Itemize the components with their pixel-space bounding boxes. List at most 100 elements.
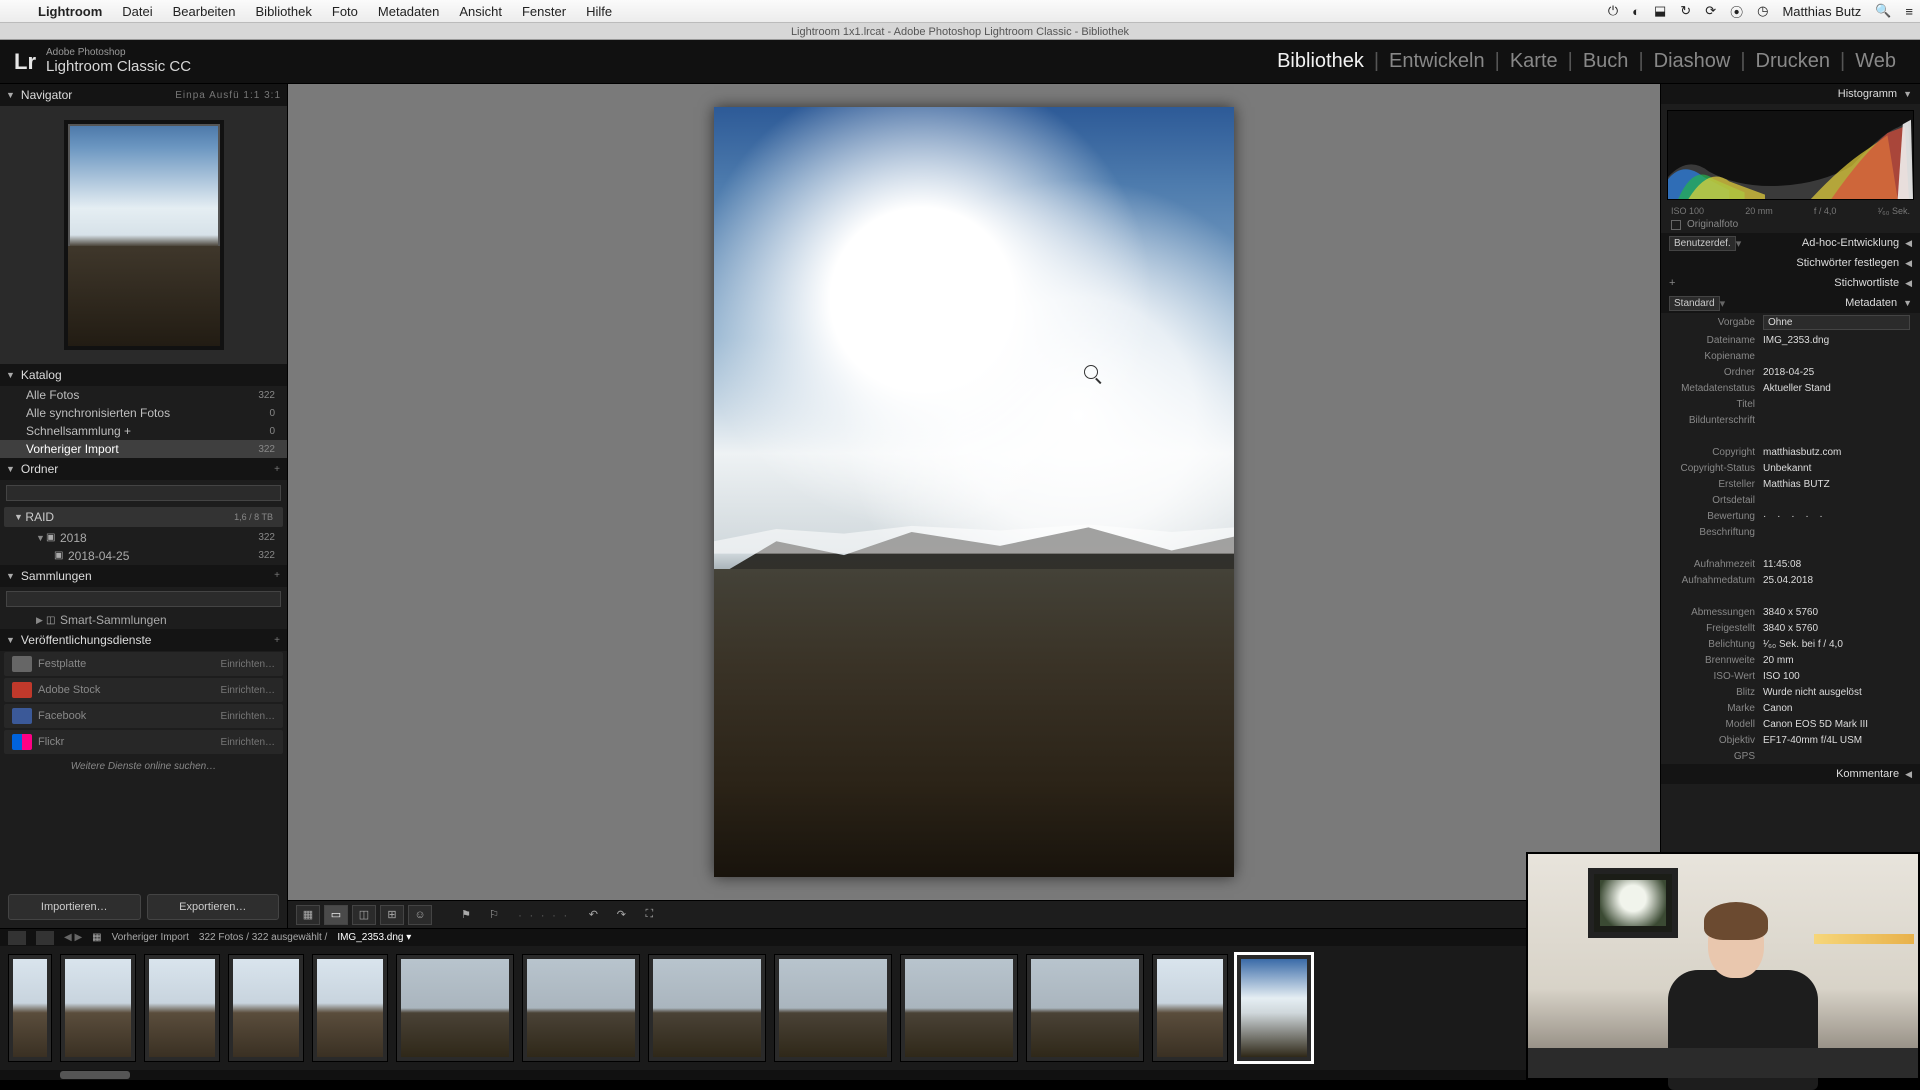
navigator-preview[interactable] (0, 106, 287, 364)
catalog-row-quick[interactable]: Schnellsammlung +0 (0, 422, 287, 440)
monitor-icon[interactable] (8, 931, 26, 945)
catalog-row-prev-import[interactable]: Vorheriger Import322 (0, 440, 287, 458)
menu-window[interactable]: Fenster (512, 4, 576, 19)
metadata-row[interactable]: DateinameIMG_2353.dng (1661, 332, 1920, 348)
folder-row[interactable]: ▣2018-04-25322 (0, 547, 287, 565)
thumbnail[interactable] (8, 954, 52, 1062)
publish-service-hdd[interactable]: FestplatteEinrichten… (4, 652, 283, 676)
module-map[interactable]: Karte (1500, 50, 1568, 73)
preset-dropdown[interactable]: Benutzerdef. (1669, 236, 1736, 251)
zoom-options[interactable]: Einpa Ausfü 1:1 3:1 (175, 90, 281, 101)
publish-service-stock[interactable]: Adobe StockEinrichten… (4, 678, 283, 702)
publish-service-flickr[interactable]: FlickrEinrichten… (4, 730, 283, 754)
add-collection-icon[interactable]: + (274, 570, 281, 581)
catalog-row-synced[interactable]: Alle synchronisierten Fotos0 (0, 404, 287, 422)
metadata-row[interactable]: ModellCanon EOS 5D Mark III (1661, 716, 1920, 732)
status-icon[interactable]: ⏻ (1601, 3, 1625, 19)
menu-help[interactable]: Hilfe (576, 4, 622, 19)
status-icon[interactable]: ◐ (1625, 4, 1647, 19)
filmstrip-source[interactable]: Vorheriger Import (112, 932, 189, 943)
metadata-row[interactable]: BlitzWurde nicht ausgelöst (1661, 684, 1920, 700)
metadata-header[interactable]: Standard▾Metadaten▼ (1661, 293, 1920, 313)
rotate-cw-icon[interactable]: ↷ (609, 905, 633, 925)
thumbnail[interactable] (774, 954, 892, 1062)
metadata-row[interactable]: MarkeCanon (1661, 700, 1920, 716)
import-button[interactable]: Importieren… (8, 894, 141, 920)
smart-collections-row[interactable]: ▶◫Smart-Sammlungen (0, 611, 287, 629)
folder-filter-input[interactable] (6, 485, 281, 501)
status-icon[interactable]: ⟳ (1698, 3, 1723, 19)
thumbnail[interactable] (312, 954, 388, 1062)
metadata-row[interactable] (1661, 588, 1920, 604)
catalog-row-all[interactable]: Alle Fotos322 (0, 386, 287, 404)
metadata-row[interactable]: Aufnahmezeit11:45:08 (1661, 556, 1920, 572)
volume-row[interactable]: ▼ RAID1,6 / 8 TB (4, 507, 283, 527)
quickdev-header[interactable]: Benutzerdef.▾Ad-hoc-Entwicklung◀ (1661, 233, 1920, 253)
wifi-icon[interactable]: ⦿ (1723, 2, 1750, 21)
module-library[interactable]: Bibliothek (1267, 50, 1374, 73)
setup-link[interactable]: Einrichten… (221, 711, 275, 722)
metadata-row[interactable]: Aufnahmedatum25.04.2018 (1661, 572, 1920, 588)
add-folder-icon[interactable]: + (274, 464, 281, 475)
original-checkbox[interactable]: Originalfoto (1661, 216, 1920, 233)
rating-stars[interactable]: · · · · · (518, 908, 569, 922)
grid-view-button[interactable]: ▦ (296, 905, 320, 925)
second-monitor-icon[interactable] (36, 931, 54, 945)
compare-view-button[interactable]: ◫ (352, 905, 376, 925)
metadata-row[interactable] (1661, 540, 1920, 556)
ordner-header[interactable]: ▼ Ordner + (0, 458, 287, 480)
flag-reject-icon[interactable]: ⚐ (482, 905, 506, 925)
metadata-row[interactable]: Freigestellt3840 x 5760 (1661, 620, 1920, 636)
thumbnail[interactable] (900, 954, 1018, 1062)
status-icon[interactable]: ↻ (1673, 3, 1698, 19)
thumbnail[interactable] (60, 954, 136, 1062)
thumbnail[interactable] (522, 954, 640, 1062)
metadata-row[interactable]: Brennweite20 mm (1661, 652, 1920, 668)
menu-edit[interactable]: Bearbeiten (163, 4, 246, 19)
survey-view-button[interactable]: ⊞ (380, 905, 404, 925)
metadata-row[interactable]: Ortsdetail (1661, 492, 1920, 508)
collection-filter-input[interactable] (6, 591, 281, 607)
menu-file[interactable]: Datei (112, 4, 162, 19)
keywordlist-header[interactable]: +Stichwortliste◀ (1661, 273, 1920, 293)
keywording-header[interactable]: Stichwörter festlegen◀ (1661, 253, 1920, 273)
metadata-row[interactable]: Bildunterschrift (1661, 412, 1920, 428)
dropbox-icon[interactable]: ⬓ (1647, 3, 1673, 19)
rotate-ccw-icon[interactable]: ↶ (581, 905, 605, 925)
module-book[interactable]: Buch (1573, 50, 1639, 73)
main-photo[interactable] (714, 107, 1234, 877)
metadata-row[interactable]: Bewertung· · · · · (1661, 508, 1920, 524)
menu-photo[interactable]: Foto (322, 4, 368, 19)
spotlight-icon[interactable]: 🔍 (1868, 3, 1898, 19)
metadata-mode-dropdown[interactable]: Standard (1669, 296, 1720, 311)
people-view-button[interactable]: ☺ (408, 905, 432, 925)
metadata-row[interactable]: ObjektivEF17-40mm f/4L USM (1661, 732, 1920, 748)
metadata-row[interactable]: Kopiename (1661, 348, 1920, 364)
metadata-row[interactable] (1661, 428, 1920, 444)
thumbnail[interactable] (1152, 954, 1228, 1062)
metadata-row[interactable]: Titel (1661, 396, 1920, 412)
more-services-link[interactable]: Weitere Dienste online suchen… (0, 755, 287, 778)
menu-metadata[interactable]: Metadaten (368, 4, 449, 19)
scrollbar-thumb[interactable] (60, 1071, 130, 1079)
metadata-row[interactable]: Copyright-StatusUnbekannt (1661, 460, 1920, 476)
export-button[interactable]: Exportieren… (147, 894, 280, 920)
thumbnail[interactable] (1026, 954, 1144, 1062)
module-print[interactable]: Drucken (1746, 50, 1840, 73)
module-develop[interactable]: Entwickeln (1379, 50, 1495, 73)
grid-icon[interactable]: ▦ (92, 932, 101, 943)
metadata-row[interactable]: Belichtung¹⁄₆₀ Sek. bei f / 4,0 (1661, 636, 1920, 652)
loupe-view-button[interactable]: ▭ (324, 905, 348, 925)
app-menu[interactable]: Lightroom (28, 4, 112, 19)
menu-view[interactable]: Ansicht (449, 4, 512, 19)
metadata-row[interactable]: Copyrightmatthiasbutz.com (1661, 444, 1920, 460)
siri-icon[interactable]: ≡ (1898, 4, 1920, 19)
thumbnail-selected[interactable] (1236, 954, 1312, 1062)
sammlungen-header[interactable]: ▼ Sammlungen + (0, 565, 287, 587)
folder-row[interactable]: ▼▣2018322 (0, 529, 287, 547)
module-slideshow[interactable]: Diashow (1644, 50, 1741, 73)
metadata-row[interactable]: Ordner2018-04-25 (1661, 364, 1920, 380)
thumbnail[interactable] (228, 954, 304, 1062)
metadata-row[interactable]: GPS (1661, 748, 1920, 764)
add-service-icon[interactable]: + (274, 635, 281, 646)
